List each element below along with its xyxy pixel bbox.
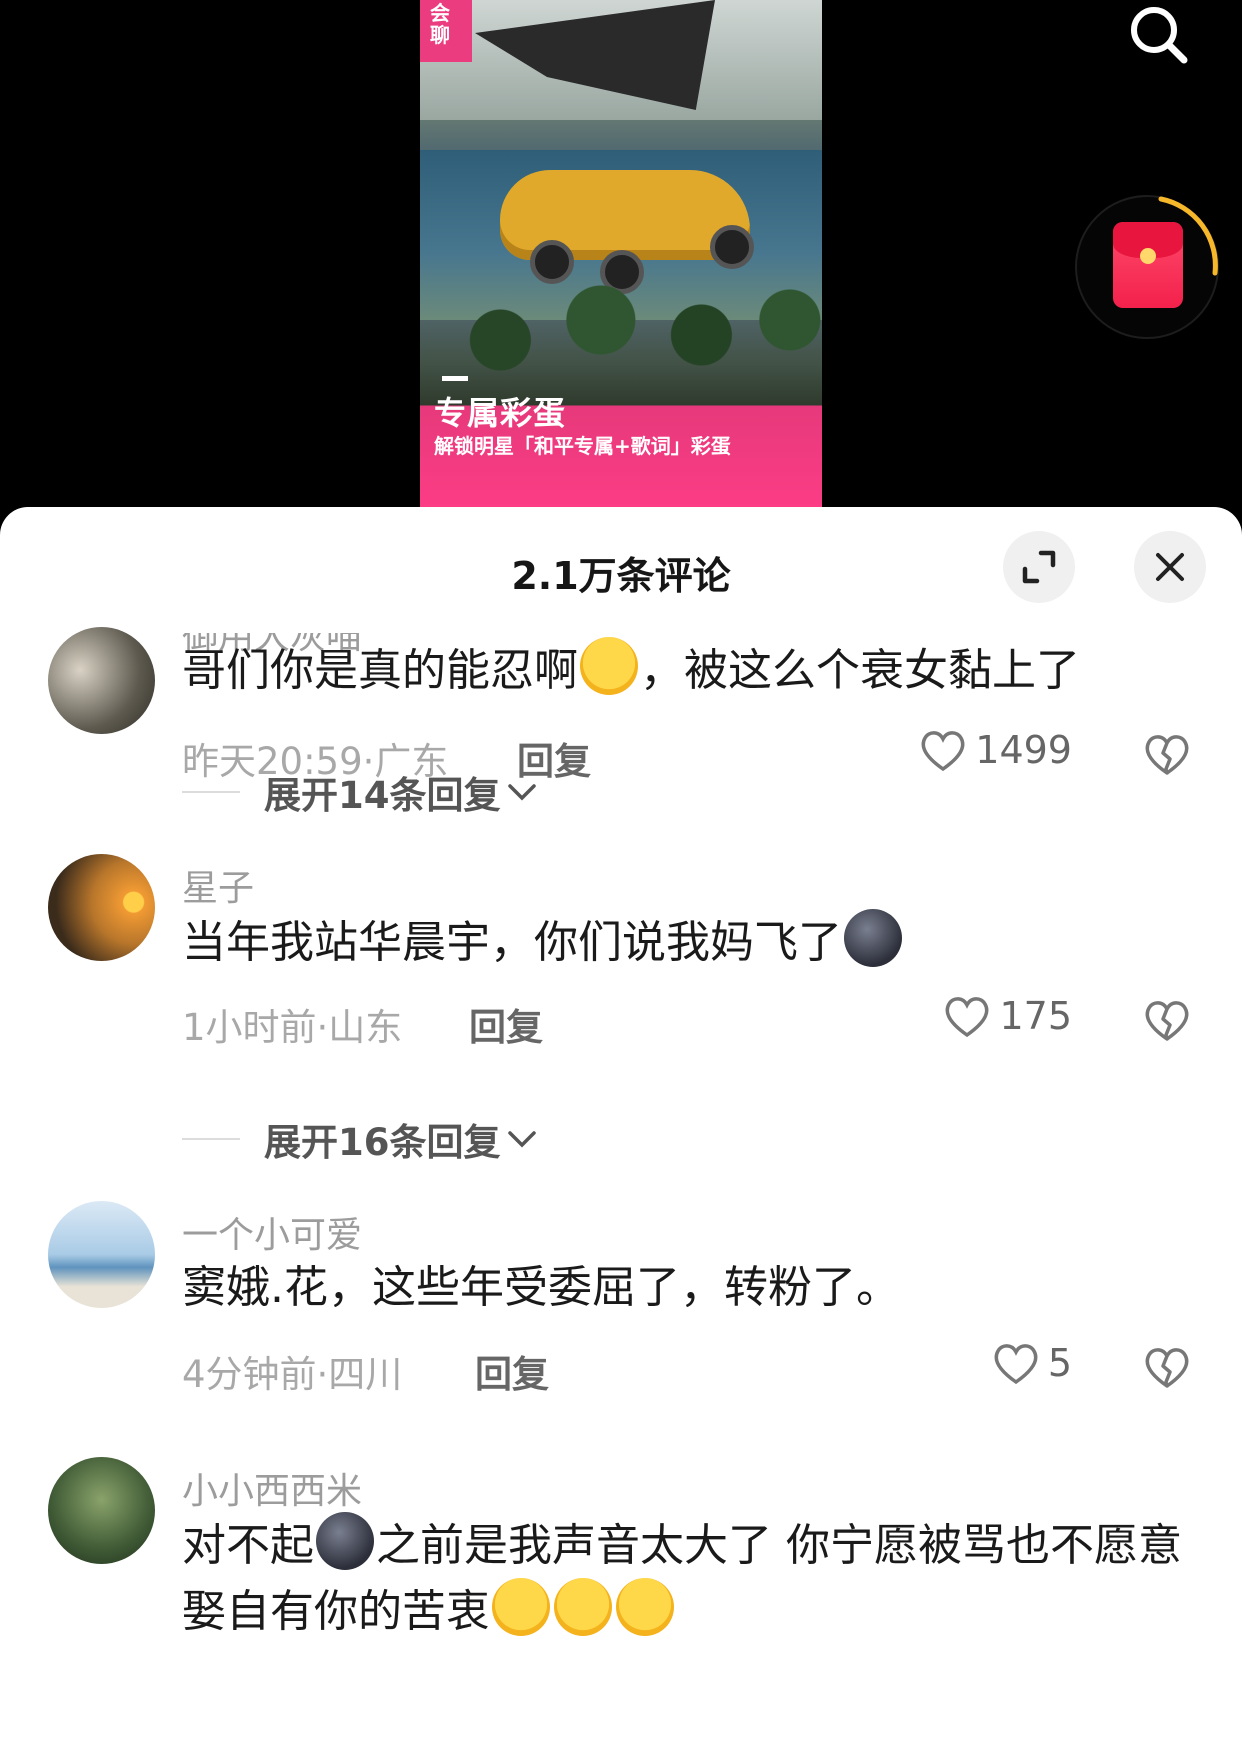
- avatar[interactable]: [48, 1201, 155, 1308]
- search-button[interactable]: [1120, 0, 1200, 70]
- comment-author[interactable]: 小小西西米: [182, 1462, 362, 1514]
- comment-text-part: 当年我站华晨宇，你们说我妈飞了: [182, 917, 842, 968]
- corner-badge: 会聊: [420, 0, 472, 62]
- red-packet-button[interactable]: [1075, 195, 1219, 339]
- broken-heart-icon: [1145, 1348, 1189, 1388]
- video-trees: [420, 280, 822, 380]
- sheet-header: 2.1万条评论: [0, 507, 1242, 617]
- promo-title: 专属彩蛋: [434, 394, 567, 432]
- comment-text-part: ，被这么个衰女黏上了: [640, 645, 1080, 696]
- promo-dash: [442, 376, 468, 381]
- dislike-button[interactable]: [1142, 995, 1192, 1045]
- chevron-down-icon: [507, 784, 536, 801]
- chevron-down-icon: [507, 1131, 536, 1148]
- expand-replies[interactable]: 展开16条回复: [182, 1112, 539, 1166]
- laughing-tears-emoji: [580, 637, 638, 695]
- heart-icon: [994, 1344, 1038, 1385]
- comment-text-part: 对不起: [182, 1520, 314, 1571]
- expand-replies-label: 展开14条回复: [264, 774, 501, 817]
- search-icon: [1131, 7, 1188, 64]
- comment-text-part: 哥们你是真的能忍啊: [182, 645, 578, 696]
- broken-heart-icon: [1145, 1001, 1189, 1041]
- like-count: 1499: [975, 728, 1072, 772]
- comment-text: 哥们你是真的能忍啊 ，被这么个衰女黏上了: [182, 637, 1192, 703]
- dislike-button[interactable]: [1142, 1342, 1192, 1392]
- close-button[interactable]: [1134, 531, 1206, 603]
- moon-face-emoji: [316, 1512, 374, 1570]
- heart-icon: [946, 997, 989, 1038]
- like-button[interactable]: 175: [943, 993, 1072, 1039]
- promo-subtitle: 解锁明星「和平专属+歌词」彩蛋: [434, 434, 731, 458]
- comment-text: 窦娥.花，这些年受委屈了，转粉了。: [182, 1262, 900, 1313]
- expand-replies-label: 展开16条回复: [264, 1121, 501, 1164]
- like-count: 175: [999, 994, 1072, 1038]
- broken-heart-icon: [1145, 735, 1189, 775]
- video-player[interactable]: 会聊 专属彩蛋 解锁明星「和平专属+歌词」彩蛋: [0, 0, 1242, 520]
- expand-icon: [1022, 550, 1056, 584]
- reply-button[interactable]: 回复: [475, 1344, 549, 1398]
- video-frame[interactable]: 会聊 专属彩蛋 解锁明星「和平专属+歌词」彩蛋: [420, 0, 822, 520]
- divider-line: [182, 1138, 240, 1140]
- crying-emoji: [492, 1578, 550, 1636]
- comment-meta: 4分钟前·四川: [182, 1353, 403, 1396]
- glider-wheel: [710, 225, 754, 269]
- reply-button[interactable]: 回复: [469, 997, 543, 1051]
- like-button[interactable]: 5: [992, 1340, 1072, 1386]
- comment-author[interactable]: 星子: [182, 859, 254, 911]
- avatar[interactable]: [48, 854, 155, 961]
- heart-icon: [921, 731, 965, 772]
- comment-text: 当年我站华晨宇，你们说我妈飞了: [182, 909, 1192, 975]
- like-button[interactable]: 1499: [919, 727, 1072, 773]
- comment-sheet: 2.1万条评论 御用大灰喵 哥们你是真的能忍啊 ，被这么个衰女黏上了 昨天20:5…: [0, 507, 1242, 1741]
- dislike-button[interactable]: [1142, 729, 1192, 779]
- comment-text: 对不起 之前是我声音太大了 你宁愿被骂也不愿意娶自有你的苦衷: [182, 1512, 1192, 1644]
- comment-author[interactable]: 一个小可爱: [182, 1206, 362, 1258]
- avatar[interactable]: [48, 627, 155, 734]
- crying-emoji: [554, 1578, 612, 1636]
- expand-replies[interactable]: 展开14条回复: [182, 765, 539, 819]
- crying-emoji: [616, 1578, 674, 1636]
- like-count: 5: [1047, 1341, 1072, 1385]
- expand-button[interactable]: [1003, 531, 1075, 603]
- glider-wheel: [530, 240, 574, 284]
- moon-face-emoji: [844, 909, 902, 967]
- divider-line: [182, 791, 240, 793]
- close-icon: [1156, 553, 1184, 581]
- comment-meta: 1小时前·山东: [182, 1006, 403, 1049]
- red-packet-icon: [1113, 222, 1183, 308]
- avatar[interactable]: [48, 1457, 155, 1564]
